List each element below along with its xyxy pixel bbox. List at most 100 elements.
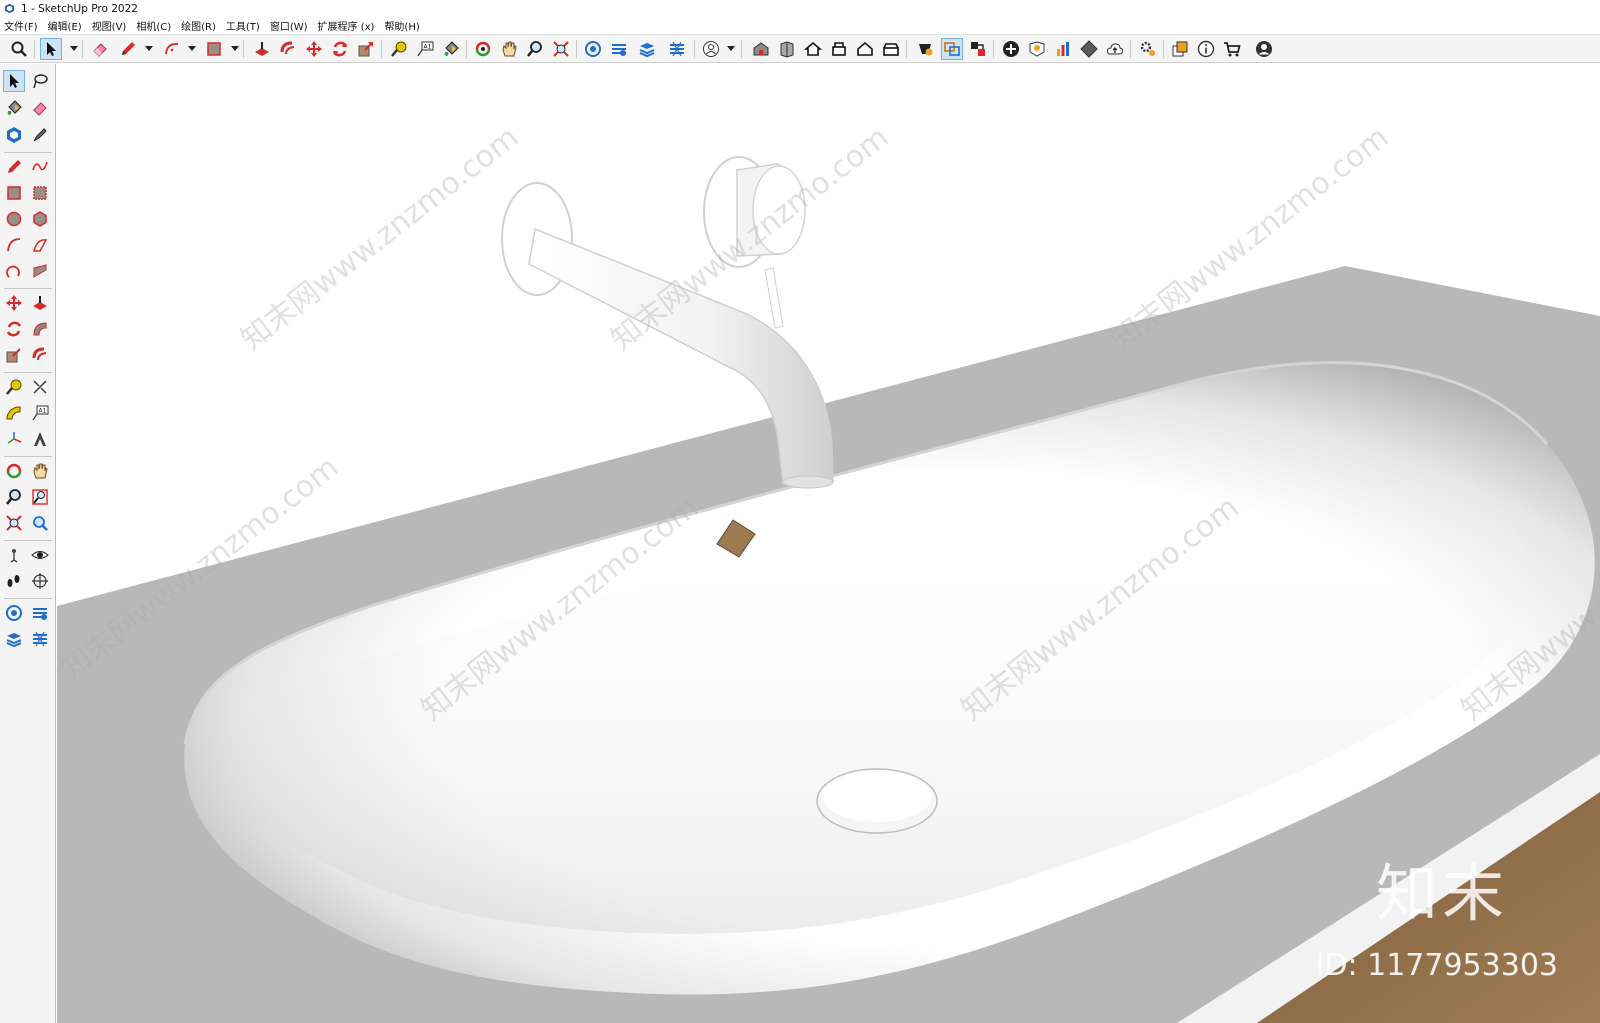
push-pull-icon[interactable]: [251, 38, 273, 60]
rotate-icon[interactable]: [329, 38, 351, 60]
menu-edit[interactable]: 编辑(E): [48, 18, 82, 33]
polygon-tool-icon[interactable]: [29, 208, 51, 230]
pencil-dropdown-icon[interactable]: [145, 46, 153, 51]
axes-tool-icon[interactable]: [3, 428, 25, 450]
arc-dropdown-icon[interactable]: [188, 46, 196, 51]
checker-icon[interactable]: [1078, 38, 1100, 60]
model-viewport[interactable]: 知末网www.znzmo.com 知末网www.znzmo.com 知末网www…: [57, 64, 1600, 1023]
account-icon[interactable]: [1253, 38, 1275, 60]
sandbox-tool-icon[interactable]: [29, 602, 51, 624]
orbit-icon[interactable]: [472, 38, 494, 60]
user-profile-icon[interactable]: [700, 38, 722, 60]
menu-help[interactable]: 帮助(H): [384, 18, 419, 33]
select-tool-icon[interactable]: [3, 70, 25, 92]
add-location-icon[interactable]: [1000, 38, 1022, 60]
smoove-icon[interactable]: [666, 38, 688, 60]
rectangle-tool-icon[interactable]: [3, 182, 25, 204]
push-pull-tool-icon[interactable]: [29, 292, 51, 314]
two-point-arc-tool-icon[interactable]: [29, 234, 51, 256]
arc-icon[interactable]: [161, 38, 183, 60]
house-outline-icon[interactable]: [854, 38, 876, 60]
layers-tool-icon[interactable]: [3, 628, 25, 650]
sample-tool-icon[interactable]: [29, 124, 51, 146]
text-icon[interactable]: A1: [414, 38, 436, 60]
menu-file[interactable]: 文件(F): [4, 18, 38, 33]
components-icon[interactable]: [828, 38, 850, 60]
layout-icon[interactable]: [1169, 38, 1191, 60]
orbit-tool-icon[interactable]: [3, 460, 25, 482]
menu-camera[interactable]: 相机(C): [136, 18, 171, 33]
styles-icon[interactable]: [880, 38, 902, 60]
sketchup-logo-icon: [4, 3, 15, 14]
pan-tool-icon[interactable]: [29, 460, 51, 482]
geo-icon[interactable]: [1026, 38, 1048, 60]
previous-view-tool-icon[interactable]: [29, 512, 51, 534]
circle-tool-icon[interactable]: [3, 208, 25, 230]
zoom-extents-icon[interactable]: [550, 38, 572, 60]
zoom-window-tool-icon[interactable]: [29, 486, 51, 508]
rectangle-icon[interactable]: [203, 38, 225, 60]
sandbox-icon[interactable]: [608, 38, 630, 60]
three-point-arc-tool-icon[interactable]: [3, 260, 25, 282]
smoove-tool-icon[interactable]: [29, 628, 51, 650]
scale-icon[interactable]: [355, 38, 377, 60]
section-plane-tool-icon[interactable]: [3, 602, 25, 624]
tape-measure-tool-icon[interactable]: [3, 376, 25, 398]
select-icon[interactable]: [40, 38, 62, 60]
eraser-tool-icon[interactable]: [29, 97, 51, 119]
section-tool-icon[interactable]: [29, 570, 51, 592]
menu-view[interactable]: 视图(V): [92, 18, 127, 33]
dimension-tool-icon[interactable]: [29, 376, 51, 398]
warehouse-icon[interactable]: [750, 38, 772, 60]
menu-tools[interactable]: 工具(T): [226, 18, 260, 33]
sync-icon[interactable]: [941, 38, 963, 60]
lasso-tool-icon[interactable]: [29, 70, 51, 92]
zoom-tool-icon[interactable]: [3, 486, 25, 508]
menu-extensions[interactable]: 扩展程序 (x): [318, 18, 375, 33]
layers-icon[interactable]: [636, 38, 658, 60]
menu-window[interactable]: 窗口(W): [270, 18, 308, 33]
zoom-icon[interactable]: [524, 38, 546, 60]
select-dropdown-icon[interactable]: [70, 46, 78, 51]
offset-icon[interactable]: [277, 38, 299, 60]
offset-tool-icon[interactable]: [29, 344, 51, 366]
move-tool-icon[interactable]: [3, 292, 25, 314]
paint-tool-icon[interactable]: [3, 97, 25, 119]
pan-icon[interactable]: [498, 38, 520, 60]
protractor-tool-icon[interactable]: [3, 402, 25, 424]
menu-draw[interactable]: 绘图(R): [181, 18, 216, 33]
cloud-upload-icon[interactable]: [1104, 38, 1126, 60]
3d-warehouse-icon[interactable]: [776, 38, 798, 60]
look-around-tool-icon[interactable]: [29, 544, 51, 566]
extension-manager-icon[interactable]: [914, 38, 936, 60]
rotate-tool-icon[interactable]: [3, 318, 25, 340]
walk-tool-icon[interactable]: [3, 570, 25, 592]
line-tool-icon[interactable]: [3, 156, 25, 178]
rectangle-dropdown-icon[interactable]: [231, 46, 239, 51]
freehand-tool-icon[interactable]: [29, 156, 51, 178]
cart-icon[interactable]: [1221, 38, 1243, 60]
zoom-extents-tool-icon[interactable]: [3, 512, 25, 534]
chart-icon[interactable]: [1052, 38, 1074, 60]
component-tool-icon[interactable]: [3, 124, 25, 146]
text-tool-icon[interactable]: A1: [29, 402, 51, 424]
paint-bucket-icon[interactable]: [440, 38, 462, 60]
pie-tool-icon[interactable]: [29, 260, 51, 282]
move-icon[interactable]: [303, 38, 325, 60]
position-camera-tool-icon[interactable]: [3, 544, 25, 566]
section-plane-icon[interactable]: [582, 38, 604, 60]
3d-text-tool-icon[interactable]: [29, 428, 51, 450]
follow-me-tool-icon[interactable]: [29, 318, 51, 340]
user-dropdown-icon[interactable]: [727, 46, 735, 51]
settings-icon[interactable]: [1137, 38, 1159, 60]
info-icon[interactable]: [1195, 38, 1217, 60]
pencil-icon[interactable]: [117, 38, 139, 60]
scenes-icon[interactable]: [967, 38, 989, 60]
scale-tool-icon[interactable]: [3, 344, 25, 366]
arc-tool-icon[interactable]: [3, 234, 25, 256]
home-icon[interactable]: [802, 38, 824, 60]
rotated-rectangle-tool-icon[interactable]: [29, 182, 51, 204]
search-icon[interactable]: [8, 38, 30, 60]
eraser-icon[interactable]: [89, 38, 111, 60]
tape-measure-icon[interactable]: [388, 38, 410, 60]
